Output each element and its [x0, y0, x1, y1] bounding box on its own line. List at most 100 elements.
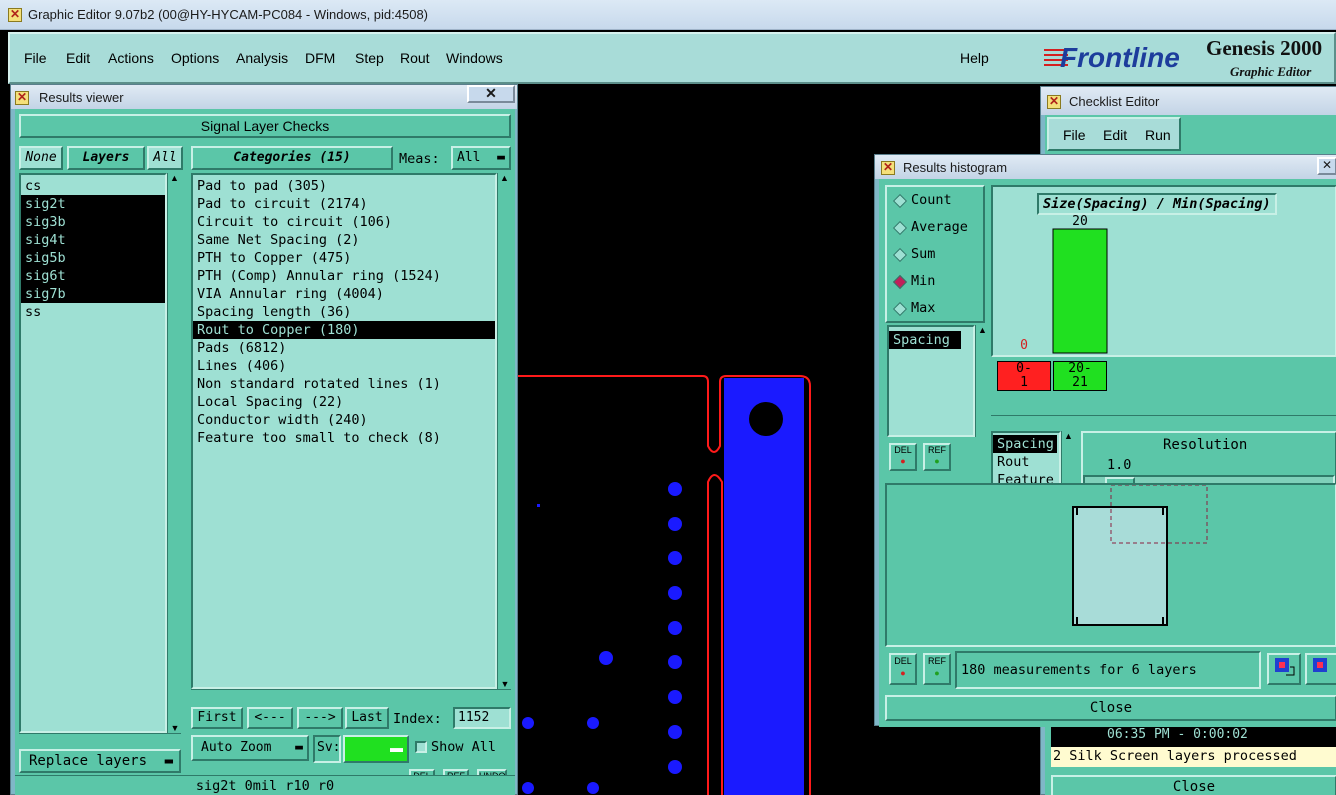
zoom-feature-button[interactable]	[1267, 653, 1301, 685]
category-item[interactable]: VIA Annular ring (4004)	[193, 285, 495, 303]
categories-list[interactable]: Pad to pad (305) Pad to circuit (2174) Cir…	[191, 173, 497, 689]
layers-list[interactable]: cs sig2t sig3b sig4t sig5b sig6t sig7b ss	[19, 173, 167, 733]
replace-layers-dropdown[interactable]: Replace layers ▬	[19, 749, 181, 773]
category-item[interactable]: Pad to pad (305)	[193, 177, 495, 195]
preview-ref-button[interactable]: REF ●	[923, 653, 951, 685]
menu-edit[interactable]: Edit	[66, 50, 90, 66]
menu-rout[interactable]: Rout	[400, 50, 430, 66]
measure-type-list[interactable]: Spacing	[887, 325, 975, 437]
layer-item-sig4t[interactable]: sig4t	[21, 231, 165, 249]
measure-item-spacing[interactable]: Spacing	[993, 435, 1057, 453]
category-item[interactable]: Pads (6812)	[193, 339, 495, 357]
category-item[interactable]: Rout to Copper (180)	[193, 321, 495, 339]
dropdown-icon: ▬	[390, 740, 403, 755]
measure-type-spacing[interactable]: Spacing	[889, 331, 961, 349]
radio-diamond-icon	[892, 193, 908, 209]
show-all-checkbox[interactable]	[415, 741, 427, 753]
category-item[interactable]: Lines (406)	[193, 357, 495, 375]
via-pad	[668, 655, 682, 669]
category-item[interactable]: Conductor width (240)	[193, 411, 495, 429]
via-pad	[668, 621, 682, 635]
menu-file[interactable]: File	[24, 50, 47, 66]
layer-item-sig3b[interactable]: sig3b	[21, 213, 165, 231]
mode-label: Sum	[911, 246, 936, 262]
mode-radio-count[interactable]: Count	[887, 187, 983, 214]
via-pad	[522, 717, 534, 729]
mode-radio-min[interactable]: Min	[887, 268, 983, 295]
mode-radio-sum[interactable]: Sum	[887, 241, 983, 268]
measure-scrollbar[interactable]: ▲	[1061, 431, 1075, 489]
auto-zoom-dropdown[interactable]: Auto Zoom ▬	[191, 735, 309, 761]
hist-del-button[interactable]: DEL ●	[889, 443, 917, 471]
menu-analysis[interactable]: Analysis	[236, 50, 288, 66]
mode-radio-max[interactable]: Max	[887, 295, 983, 322]
checklist-menu-edit[interactable]: Edit	[1103, 127, 1127, 143]
checklist-menu-file[interactable]: File	[1063, 127, 1086, 143]
categories-scrollbar[interactable]: ▲ ▼	[497, 173, 511, 689]
bar-range-label[interactable]: 0- 1	[997, 361, 1051, 391]
layer-item-ss[interactable]: ss	[21, 303, 165, 321]
first-button[interactable]: First	[191, 707, 243, 729]
del-label: DEL	[894, 445, 912, 455]
menu-help[interactable]: Help	[960, 50, 989, 66]
menu-actions[interactable]: Actions	[108, 50, 154, 66]
checklist-menu-run[interactable]: Run	[1145, 127, 1171, 143]
select-all-button[interactable]: All	[147, 146, 183, 170]
category-item[interactable]: PTH to Copper (475)	[193, 249, 495, 267]
layer-item-sig2t[interactable]: sig2t	[21, 195, 165, 213]
mode-label: Max	[911, 300, 936, 316]
mode-radio-average[interactable]: Average	[887, 214, 983, 241]
category-item[interactable]: Spacing length (36)	[193, 303, 495, 321]
checklist-close-button[interactable]: Close	[1051, 775, 1336, 795]
prev-button[interactable]: <---	[247, 707, 293, 729]
measure-list[interactable]: Spacing Rout Feature	[991, 431, 1061, 489]
select-none-button[interactable]: None	[19, 146, 63, 170]
menu-windows[interactable]: Windows	[446, 50, 503, 66]
menu-options[interactable]: Options	[171, 50, 219, 66]
layers-hscrollbar[interactable]	[19, 733, 181, 745]
layer-item-sig5b[interactable]: sig5b	[21, 249, 165, 267]
zoom-all-button[interactable]	[1305, 653, 1336, 685]
layer-item-sig6t[interactable]: sig6t	[21, 267, 165, 285]
measure-item-rout[interactable]: Rout	[993, 453, 1057, 471]
categories-hscrollbar[interactable]	[191, 689, 511, 701]
hist-ref-button[interactable]: REF ●	[923, 443, 951, 471]
chart-hscrollbar[interactable]	[991, 415, 1336, 427]
next-button[interactable]: --->	[297, 707, 343, 729]
layer-item-cs[interactable]: cs	[21, 177, 165, 195]
menu-step[interactable]: Step	[355, 50, 384, 66]
bar-range-label[interactable]: 20- 21	[1053, 361, 1107, 391]
category-item[interactable]: Non standard rotated lines (1)	[193, 375, 495, 393]
via-pad	[668, 517, 682, 531]
sv-color-dropdown[interactable]: ▬	[343, 735, 409, 763]
meas-dropdown[interactable]: All ▬	[451, 146, 511, 170]
log-message: 2 Silk Screen layers processed	[1051, 747, 1336, 767]
measure-type-scrollbar[interactable]: ▲	[975, 325, 989, 437]
category-item[interactable]: Circuit to circuit (106)	[193, 213, 495, 231]
results-histogram-window: Results histogram ✕ Count Average Sum Min Ma…	[874, 154, 1336, 727]
close-window-button[interactable]: ✕	[467, 85, 515, 103]
layer-item-sig7b[interactable]: sig7b	[21, 285, 165, 303]
via-pad	[668, 586, 682, 600]
menu-dfm[interactable]: DFM	[305, 50, 335, 66]
index-input[interactable]: 1152	[453, 707, 511, 729]
layers-scrollbar[interactable]: ▲ ▼	[167, 173, 181, 733]
log-time: 06:35 PM - 0:00:02	[1107, 727, 1248, 742]
category-item[interactable]: Same Net Spacing (2)	[193, 231, 495, 249]
last-button[interactable]: Last	[345, 707, 389, 729]
frontline-brand: Frontline Genesis 2000 Graphic Editor	[1040, 34, 1336, 82]
category-item[interactable]: Local Spacing (22)	[193, 393, 495, 411]
category-item[interactable]: Feature too small to check (8)	[193, 429, 495, 447]
close-window-button[interactable]: ✕	[1317, 157, 1336, 175]
histogram-close-button[interactable]: Close	[885, 695, 1336, 721]
window-icon	[881, 160, 895, 175]
preview-del-button[interactable]: DEL ●	[889, 653, 917, 685]
category-item[interactable]: Pad to circuit (2174)	[193, 195, 495, 213]
preview-svg	[1072, 484, 1208, 626]
results-viewer-titlebar: Results viewer ✕	[11, 85, 517, 109]
via-pad	[599, 651, 613, 665]
via-pad	[668, 760, 682, 774]
pcb-canvas[interactable]	[518, 86, 878, 795]
category-item[interactable]: PTH (Comp) Annular ring (1524)	[193, 267, 495, 285]
app-icon	[8, 7, 22, 22]
